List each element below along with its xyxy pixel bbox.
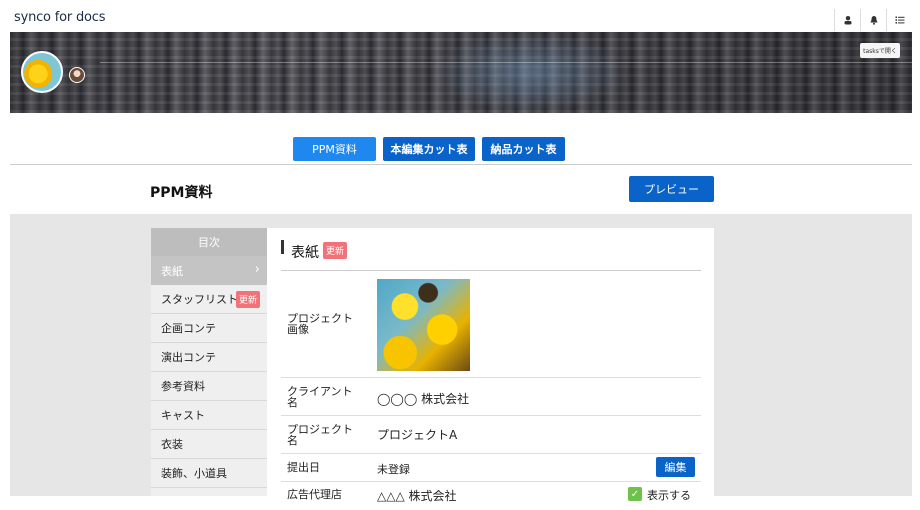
sidebar-item-decoration-props[interactable]: 装飾、小道具 xyxy=(151,459,267,488)
sidebar-item-cover[interactable]: 表紙 › xyxy=(151,256,267,285)
client-value: ◯◯◯ 株式会社 xyxy=(377,392,470,406)
row-project-name: プロジェクト名 プロジェクトA xyxy=(281,416,701,454)
sidebar-item-label: 企画コンテ xyxy=(161,322,216,335)
sidebar-item-label: スタッフリスト xyxy=(161,293,238,306)
sidebar-item-cast[interactable]: キャスト xyxy=(151,401,267,430)
member-avatar[interactable] xyxy=(69,67,85,83)
top-bar: synco for docs xyxy=(0,0,920,32)
tab-edit-cut-sheet[interactable]: 本編集カット表 xyxy=(383,137,475,161)
top-icons xyxy=(834,9,912,31)
tab-ppm[interactable]: PPM資料 xyxy=(293,137,376,161)
toc-sidebar: 目次 表紙 › スタッフリスト 更新 企画コンテ 演出コンテ 参考資料 キャスト… xyxy=(151,228,267,496)
sidebar-item-label: 装飾、小道具 xyxy=(161,467,227,480)
display-checkbox[interactable]: ✓ xyxy=(628,487,642,501)
user-icon[interactable] xyxy=(834,9,860,31)
cover-divider xyxy=(100,62,912,63)
document-tabs: PPM資料 本編集カット表 納品カット表 xyxy=(0,137,920,161)
row-project-image: プロジェクト画像 xyxy=(281,271,701,378)
app-logo[interactable]: synco for docs xyxy=(14,10,105,25)
project-name-value: プロジェクトA xyxy=(377,428,458,442)
sidebar-item-label: 衣装 xyxy=(161,438,183,451)
page-title: PPM資料 xyxy=(150,185,213,201)
toc-heading: 目次 xyxy=(151,228,267,256)
row-label: 提出日 xyxy=(287,461,320,474)
sidebar-item-label: 表紙 xyxy=(161,264,183,278)
sidebar-item-label: 演出コンテ xyxy=(161,351,216,364)
row-agency: 広告代理店 △△△ 株式会社 ✓ 表示する xyxy=(281,482,701,510)
list-menu-icon[interactable] xyxy=(886,9,912,31)
chevron-right-icon: › xyxy=(254,262,260,277)
updated-badge: 更新 xyxy=(236,291,261,308)
tab-delivery-cut-sheet[interactable]: 納品カット表 xyxy=(482,137,565,161)
sidebar-item-direction-storyboard[interactable]: 演出コンテ xyxy=(151,343,267,372)
section-title: 表紙 xyxy=(291,245,319,261)
sidebar-item-references[interactable]: 参考資料 xyxy=(151,372,267,401)
row-submit-date: 提出日 未登録 編集 xyxy=(281,454,701,482)
updated-badge: 更新 xyxy=(323,242,348,259)
section-content: 表紙 更新 プロジェクト画像 クライアント名 ◯◯◯ 株式会社 プロジェクト名 … xyxy=(267,228,714,503)
row-label: 広告代理店 xyxy=(287,488,342,501)
project-avatar[interactable] xyxy=(21,51,63,93)
sidebar-item-planning-storyboard[interactable]: 企画コンテ xyxy=(151,314,267,343)
section-marker xyxy=(281,240,284,254)
cover-image: tasksで開く xyxy=(10,32,912,113)
submit-date-value: 未登録 xyxy=(377,463,410,476)
bell-icon[interactable] xyxy=(860,9,886,31)
preview-button[interactable]: プレビュー xyxy=(629,176,714,202)
open-in-tasks-button[interactable]: tasksで開く xyxy=(860,43,900,58)
row-client: クライアント名 ◯◯◯ 株式会社 xyxy=(281,378,701,416)
row-label: プロジェクト画像 xyxy=(287,312,353,336)
row-label: プロジェクト名 xyxy=(287,423,353,447)
project-image[interactable] xyxy=(377,279,470,371)
cover-glow xyxy=(430,32,630,113)
sidebar-item-label: 参考資料 xyxy=(161,380,205,393)
edit-button[interactable]: 編集 xyxy=(656,457,695,477)
row-label: クライアント名 xyxy=(287,385,353,409)
sidebar-item-label: キャスト xyxy=(161,409,205,422)
sidebar-item-staff-list[interactable]: スタッフリスト 更新 xyxy=(151,285,267,314)
divider xyxy=(10,164,912,165)
display-checkbox-label: 表示する xyxy=(647,489,691,502)
sidebar-item-costume[interactable]: 衣装 xyxy=(151,430,267,459)
